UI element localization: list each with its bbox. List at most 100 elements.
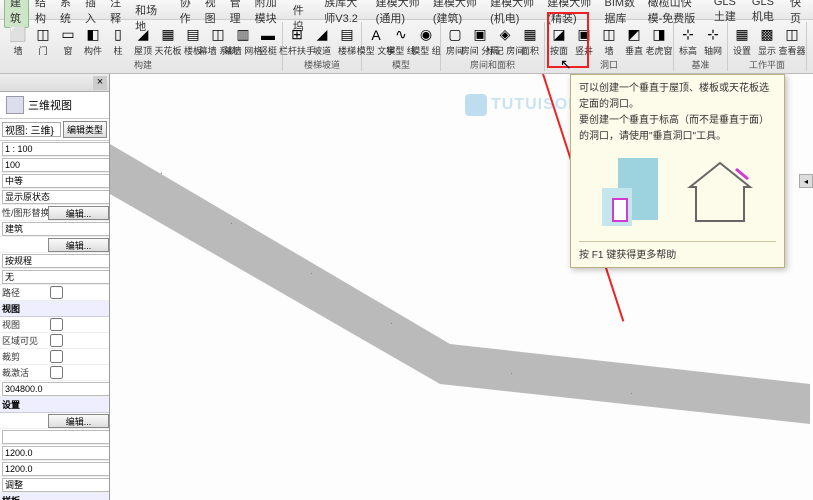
property-value[interactable] — [2, 222, 110, 236]
viewer-button[interactable]: ◫查看器 — [781, 25, 803, 56]
property-value[interactable] — [2, 174, 110, 188]
tooltip-illustration — [579, 153, 776, 233]
menu-bar: 建筑结构系统插入注释体量和场地协作视图管理附加模块构件坞族库大师V3.2建模大师… — [0, 0, 813, 20]
vertical-label: 竖井 — [575, 46, 593, 56]
property-key: 性/图形替换 — [0, 206, 48, 219]
group-label: 工作平面 — [749, 58, 785, 71]
door-icon: ◫ — [33, 25, 53, 45]
viewport[interactable]: ... ... TUTUISOFT 可以创建一个垂直于屋顶、楼板或天花板选定面的… — [110, 74, 813, 500]
window-button[interactable]: ▭窗 — [57, 25, 79, 56]
column-button[interactable]: ▯柱 — [107, 25, 129, 56]
set-button[interactable]: ▦设置 — [731, 25, 753, 56]
svg-text:.: . — [510, 365, 513, 377]
curtain-grid-icon: ▥ — [233, 25, 253, 45]
show-button[interactable]: ▩显示 — [756, 25, 778, 56]
property-checkbox[interactable] — [50, 286, 63, 299]
edit-button[interactable]: 编辑... — [48, 206, 109, 220]
room-tag-button[interactable]: ◈标记 房间 — [494, 25, 516, 56]
type-selector[interactable] — [2, 122, 61, 137]
house-icon — [686, 159, 754, 228]
vertical2-icon: ◩ — [624, 25, 644, 45]
mullion-icon: ▬ — [258, 25, 278, 45]
panel-title: 三维视图 — [28, 97, 72, 113]
level-button[interactable]: ⊹标高 — [677, 25, 699, 56]
curtain-sys-icon: ◫ — [208, 25, 228, 45]
vertical-button[interactable]: ▣竖井 — [573, 25, 595, 56]
property-value[interactable] — [2, 270, 110, 284]
wall-button[interactable]: ⬜墙 — [7, 25, 29, 56]
property-row: 性/图形替换编辑... — [0, 205, 109, 221]
railing-button[interactable]: ⊞栏杆扶手 — [286, 25, 308, 56]
tooltip-help: 按 F1 键获得更多帮助 — [579, 241, 776, 261]
mullion-button[interactable]: ▬竖梃 — [257, 25, 279, 56]
ribbon-group-6: ▦设置▩显示◫查看器工作平面 — [728, 22, 807, 71]
area-button[interactable]: ▦面积 — [519, 25, 541, 56]
by-face-button[interactable]: ◪按面 — [548, 25, 570, 56]
grid-button[interactable]: ⊹轴网 — [702, 25, 724, 56]
scroll-right-button[interactable]: ◂ — [799, 174, 813, 188]
property-value[interactable] — [2, 446, 110, 460]
column-icon: ▯ — [108, 25, 128, 45]
by-face-label: 按面 — [550, 46, 568, 56]
property-row: 路径 — [0, 285, 109, 301]
wall-opening-button[interactable]: ◫墙 — [598, 25, 620, 56]
property-value[interactable] — [2, 462, 110, 476]
svg-text:.: . — [160, 165, 163, 177]
stair-label: 楼梯 — [338, 46, 356, 56]
ceiling-button[interactable]: ▦天花板 — [157, 25, 179, 56]
property-value[interactable] — [2, 254, 110, 268]
model-group-button[interactable]: ◉模型 组 — [415, 25, 437, 56]
component-label: 构件 — [84, 46, 102, 56]
property-value[interactable] — [2, 478, 110, 492]
curtain-grid-button[interactable]: ▥幕墙 网格 — [232, 25, 254, 56]
dormer-button[interactable]: ◨老虎窗 — [648, 25, 670, 56]
property-row: 裁激活 — [0, 365, 109, 381]
wall-icon: ⬜ — [8, 25, 28, 45]
property-row: 的方角 — [0, 429, 109, 445]
model-line-button[interactable]: ∿模型 线 — [390, 25, 412, 56]
group-label: 基准 — [691, 58, 709, 71]
property-row: 区域可见 — [0, 333, 109, 349]
group-label: 楼梯坡道 — [304, 58, 340, 71]
edit-type-button[interactable]: 编辑类型 — [63, 121, 107, 138]
roof-button[interactable]: ◢屋顶 — [132, 25, 154, 56]
stair-button[interactable]: ▤楼梯 — [336, 25, 358, 56]
viewer-icon: ◫ — [782, 25, 802, 45]
window-label: 窗 — [63, 46, 72, 56]
property-row: 裁剪 — [0, 349, 109, 365]
ribbon: ⬜墙◫门▭窗◧构件▯柱◢屋顶▦天花板▤楼板◫幕墙 系统▥幕墙 网格▬竖梃构建⊞栏… — [0, 20, 813, 74]
property-value[interactable] — [2, 190, 110, 204]
ribbon-group-0: ⬜墙◫门▭窗◧构件▯柱◢屋顶▦天花板▤楼板◫幕墙 系统▥幕墙 网格▬竖梃构建 — [4, 22, 283, 71]
model-text-button[interactable]: A模型 文字 — [365, 25, 387, 56]
floor-icon: ▤ — [183, 25, 203, 45]
window-icon: ▭ — [58, 25, 78, 45]
property-row: 可见性 — [0, 189, 109, 205]
property-checkbox[interactable] — [50, 366, 63, 379]
property-value[interactable] — [2, 382, 110, 396]
property-key: 裁剪 — [0, 350, 48, 363]
set-label: 设置 — [733, 46, 751, 56]
section-header: 设置 — [0, 397, 109, 413]
property-value[interactable] — [2, 142, 110, 156]
properties-panel: × 三维视图 编辑类型 比例例值 1:程度可见性性/图形替换编辑...示选项编辑… — [0, 74, 110, 500]
ribbon-group-4: ◪按面▣竖井◫墙◩垂直◨老虎窗洞口 — [545, 22, 674, 71]
edit-button[interactable]: 编辑... — [48, 414, 109, 428]
vertical-icon: ▣ — [574, 25, 594, 45]
property-value[interactable] — [2, 430, 110, 444]
section-header: 样板 — [0, 493, 109, 500]
vertical2-button[interactable]: ◩垂直 — [623, 25, 645, 56]
property-row: 分析显示样式 — [0, 269, 109, 285]
wall-opening-icon: ◫ — [599, 25, 619, 45]
tooltip: 可以创建一个垂直于屋顶、楼板或天花板选定面的洞口。 要创建一个垂直于标高（而不是… — [570, 74, 785, 268]
ramp-label: 坡道 — [313, 46, 331, 56]
ramp-button[interactable]: ◢坡道 — [311, 25, 333, 56]
close-icon[interactable]: × — [93, 76, 107, 90]
property-row: 视图 — [0, 317, 109, 333]
property-checkbox[interactable] — [50, 318, 63, 331]
property-value[interactable] — [2, 158, 110, 172]
property-checkbox[interactable] — [50, 334, 63, 347]
edit-button[interactable]: 编辑... — [48, 238, 109, 252]
door-button[interactable]: ◫门 — [32, 25, 54, 56]
component-button[interactable]: ◧构件 — [82, 25, 104, 56]
property-checkbox[interactable] — [50, 350, 63, 363]
